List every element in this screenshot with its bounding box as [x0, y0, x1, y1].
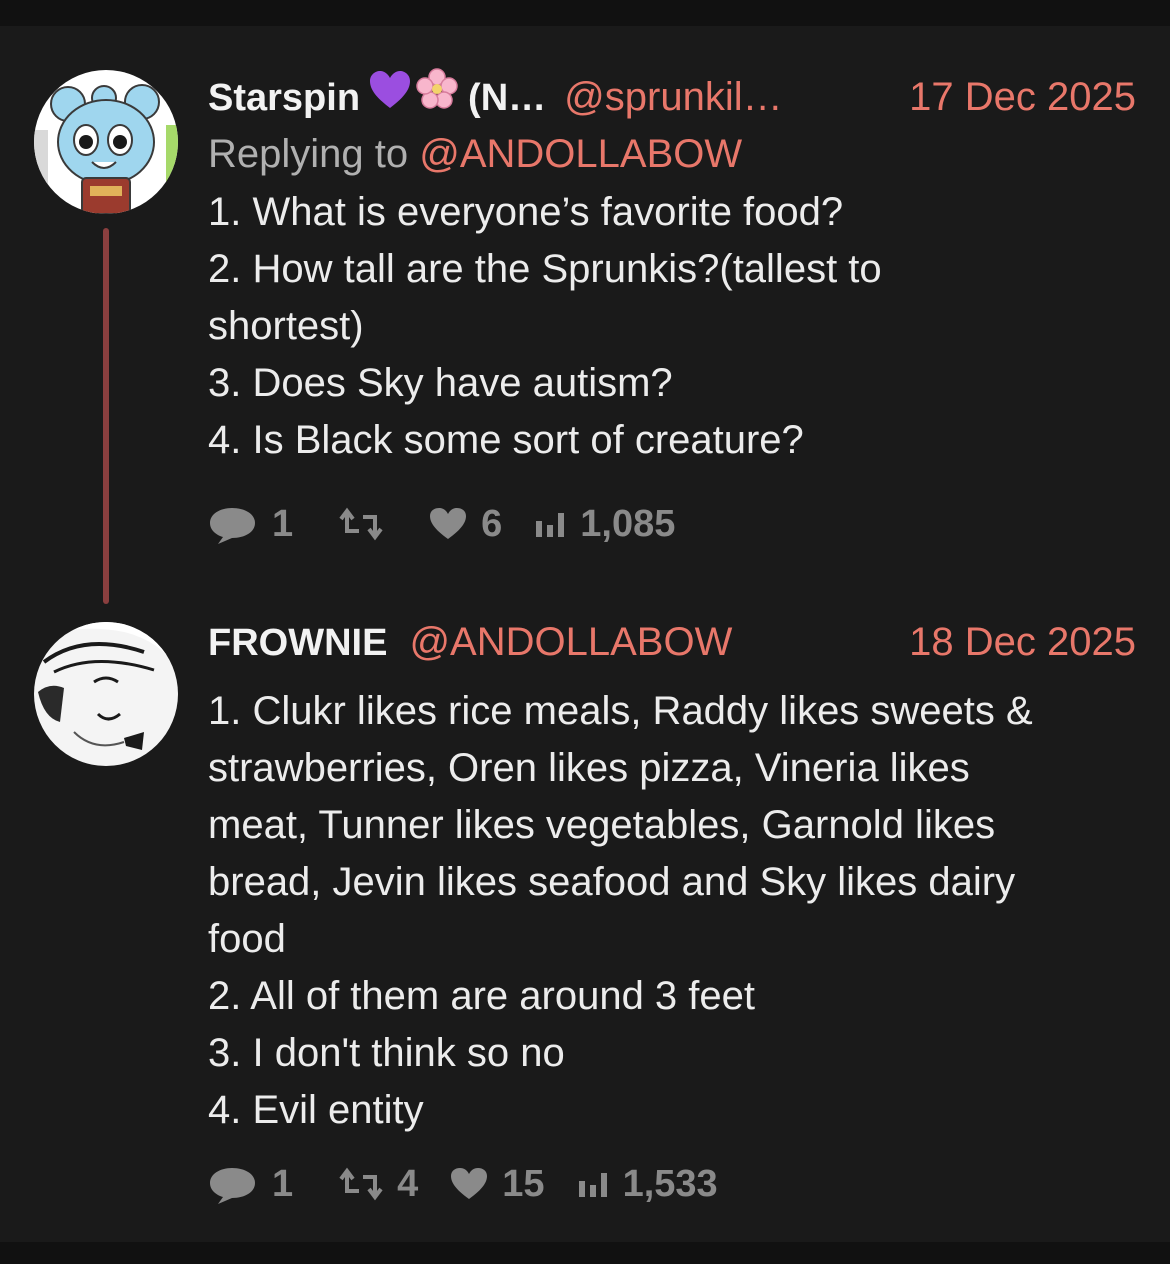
- tweet-body: Starspin (N… @sprunkil… 17 Dec 2025 Repl…: [208, 68, 1136, 469]
- replying-to-mention[interactable]: @ANDOLLABOW: [419, 132, 742, 176]
- tweet-text: 1. What is everyone’s favorite food? 2. …: [208, 184, 1136, 469]
- replying-to-label: Replying to: [208, 132, 409, 176]
- reply-icon: [208, 504, 258, 544]
- user-handle[interactable]: @sprunkil…: [564, 75, 782, 119]
- like-count: 15: [502, 1162, 545, 1205]
- tweet-text-line: 2. How tall are the Sprunkis?(tallest to: [208, 247, 882, 291]
- tweet-text-line: shortest): [208, 304, 364, 348]
- tweet-text-line: strawberries, Oren likes pizza, Vineria …: [208, 746, 970, 790]
- top-bar: [0, 0, 1170, 26]
- cherry-blossom-icon: [416, 68, 458, 119]
- tweet-text-line: 4. Is Black some sort of creature?: [208, 418, 804, 462]
- heart-icon: [429, 507, 467, 541]
- repost-icon: [339, 1167, 383, 1201]
- reply-icon: [208, 1164, 258, 1204]
- bottom-bar: [0, 1242, 1170, 1264]
- purple-heart-icon: [368, 70, 412, 119]
- heart-icon: [450, 1167, 488, 1201]
- tweet-text-line: bread, Jevin likes seafood and Sky likes…: [208, 860, 1016, 904]
- display-name[interactable]: FROWNIE: [208, 621, 387, 665]
- views-count: 1,085: [580, 502, 676, 545]
- display-name[interactable]: Starspin: [208, 76, 360, 120]
- views-icon: [577, 1169, 609, 1199]
- avatar-starspin[interactable]: [34, 70, 178, 214]
- tweet-text-line: 3. Does Sky have autism?: [208, 361, 673, 405]
- like-button[interactable]: 6: [429, 503, 502, 546]
- views-button[interactable]: 1,533: [577, 1163, 718, 1206]
- tweet-stats: 1 6 1,085: [208, 502, 1136, 546]
- avatar-frownie[interactable]: [34, 622, 178, 766]
- repost-count: 4: [397, 1162, 419, 1205]
- tweet-header: Starspin (N… @sprunkil… 17 Dec 2025: [208, 68, 1136, 120]
- tweet-text-line: 4. Evil entity: [208, 1088, 424, 1132]
- tweet-stats: 1 4 15 1,533: [208, 1162, 1136, 1206]
- display-name-suffix[interactable]: (N…: [468, 76, 546, 120]
- reply-button[interactable]: 1: [208, 1163, 293, 1206]
- reply-count: 1: [272, 502, 294, 545]
- tweet-text: 1. Clukr likes rice meals, Raddy likes s…: [208, 683, 1136, 1139]
- like-button[interactable]: 15: [450, 1162, 545, 1206]
- tweet-text-line: food: [208, 917, 286, 961]
- thread-connector-line: [103, 228, 109, 604]
- views-button[interactable]: 1,085: [534, 503, 675, 546]
- views-count: 1,533: [622, 1162, 718, 1205]
- repost-icon: [339, 507, 383, 541]
- repost-button[interactable]: [325, 507, 397, 541]
- tweet-text-line: 2. All of them are around 3 feet: [208, 974, 756, 1018]
- tweet-date[interactable]: 17 Dec 2025: [909, 75, 1136, 119]
- tweet-text-line: 1. Clukr likes rice meals, Raddy likes s…: [208, 689, 1033, 733]
- like-count: 6: [481, 502, 503, 545]
- tweet-date[interactable]: 18 Dec 2025: [909, 620, 1136, 664]
- tweet-text-line: 3. I don't think so no: [208, 1031, 565, 1075]
- repost-button[interactable]: 4: [325, 1163, 418, 1206]
- tweet-body: FROWNIE @ANDOLLABOW 18 Dec 2025 1. Clukr…: [208, 620, 1136, 1139]
- reply-button[interactable]: 1: [208, 503, 293, 546]
- user-handle[interactable]: @ANDOLLABOW: [409, 620, 732, 664]
- tweet-text-line: 1. What is everyone’s favorite food?: [208, 190, 844, 234]
- tweet-text-line: meat, Tunner likes vegetables, Garnold l…: [208, 803, 996, 847]
- reply-count: 1: [272, 1162, 294, 1205]
- replying-to: Replying to @ANDOLLABOW: [208, 130, 1136, 178]
- tweet-header: FROWNIE @ANDOLLABOW 18 Dec 2025: [208, 620, 1136, 665]
- views-icon: [534, 509, 566, 539]
